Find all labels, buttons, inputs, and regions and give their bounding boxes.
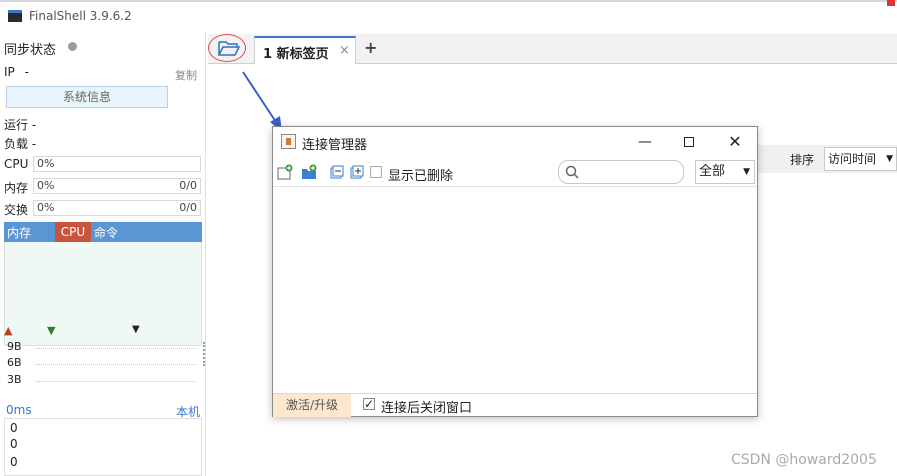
ip-row: IP - <box>4 65 29 79</box>
sort-label: 排序 <box>790 153 815 167</box>
mem-amount: 0/0 <box>179 179 197 192</box>
top-divider <box>0 0 897 2</box>
net-grid-line <box>36 348 196 349</box>
cpu-meter: 0% <box>33 156 201 172</box>
swap-label: 交换 <box>4 203 29 217</box>
search-input[interactable] <box>558 160 684 184</box>
dialog-title: 连接管理器 <box>302 138 368 153</box>
show-deleted-label: 显示已删除 <box>388 169 454 184</box>
swap-meter: 0% 0/0 <box>33 200 201 216</box>
close-after-connect-label: 连接后关闭窗口 <box>381 401 473 416</box>
new-connection-icon[interactable] <box>277 164 293 180</box>
run-value: - <box>31 118 37 132</box>
new-folder-icon[interactable] <box>301 164 317 180</box>
search-icon <box>565 165 579 179</box>
net-grid-line <box>36 364 196 365</box>
run-label: 运行 <box>4 118 29 132</box>
ping-value: 0 <box>10 421 18 435</box>
expand-icon[interactable] <box>349 164 365 180</box>
java-app-icon <box>281 134 296 149</box>
app-icon <box>8 10 22 22</box>
mem-label: 内存 <box>4 181 29 195</box>
activate-upgrade-button[interactable]: 激活/升级 <box>273 394 351 417</box>
load-label: 负载 <box>4 137 29 151</box>
ip-label: IP <box>4 65 15 79</box>
sort-value: 访问时间 <box>828 152 877 166</box>
show-deleted-checkbox[interactable] <box>370 166 382 178</box>
system-info-button[interactable]: 系统信息 <box>6 86 168 108</box>
tab-bar: 1 新标签页 × + <box>208 34 897 64</box>
cpu-label: CPU <box>4 157 29 171</box>
process-table-body <box>4 242 202 346</box>
ping-chart: 0 0 0 <box>4 418 202 476</box>
minimize-button[interactable]: — <box>633 131 657 153</box>
resize-grip[interactable] <box>203 342 206 366</box>
add-tab-button[interactable]: + <box>364 38 377 57</box>
process-table-header: 内存 CPU 命令 <box>4 222 202 242</box>
collapse-icon[interactable] <box>329 164 345 180</box>
mem-meter: 0% 0/0 <box>33 178 201 194</box>
filter-value: 全部 <box>699 164 726 179</box>
dialog-toolbar: 显示已删除 全部 ▼ <box>273 157 757 187</box>
ping-value: 0 <box>10 437 18 451</box>
folder-open-icon[interactable] <box>218 39 241 57</box>
load-row: 负载 - <box>4 135 36 152</box>
connection-manager-dialog: 连接管理器 — ✕ 显示已删除 全部 ▼ 激活/升级 ✓ 连接后关闭窗口 <box>272 126 758 417</box>
copy-ip-link[interactable]: 复制 <box>175 67 197 83</box>
ping-value: 0 <box>10 455 18 469</box>
sort-select[interactable]: 访问时间 ▼ <box>824 147 897 171</box>
maximize-button[interactable] <box>677 131 701 153</box>
net-scale-label: 3B <box>7 373 22 386</box>
maximize-icon <box>684 137 694 147</box>
ping-latency: 0ms <box>6 403 32 417</box>
process-col-cpu[interactable]: CPU <box>55 222 91 242</box>
tab-label: 1 新标签页 <box>263 47 329 62</box>
process-col-mem[interactable]: 内存 <box>7 224 31 241</box>
sync-status-label: 同步状态 <box>4 43 57 58</box>
connection-list[interactable] <box>273 188 757 393</box>
chevron-down-icon: ▼ <box>743 167 750 177</box>
sidebar: 同步状态 IP - 复制 系统信息 运行 - 负载 - CPU 0% 内存 0%… <box>0 32 206 476</box>
net-scale-label: 9B <box>7 340 22 353</box>
cpu-value: 0% <box>37 157 55 170</box>
sync-status-dot <box>68 42 77 51</box>
dialog-title-bar: 连接管理器 — ✕ <box>273 127 757 157</box>
mem-value: 0% <box>37 179 55 192</box>
tab-new[interactable]: 1 新标签页 × <box>254 36 356 64</box>
swap-amount: 0/0 <box>179 201 197 214</box>
window-title: FinalShell 3.9.6.2 <box>29 9 132 23</box>
close-after-connect-checkbox[interactable]: ✓ <box>363 398 375 410</box>
swap-value: 0% <box>37 201 55 214</box>
tab-close-icon[interactable]: × <box>339 43 350 58</box>
filter-select[interactable]: 全部 ▼ <box>695 160 755 184</box>
net-grid-line <box>36 381 196 382</box>
network-interface-dropdown-icon[interactable]: ▼ <box>132 324 140 335</box>
dialog-footer: 激活/升级 ✓ 连接后关闭窗口 <box>273 393 757 417</box>
ip-value: - <box>24 65 29 79</box>
title-bar: FinalShell 3.9.6.2 <box>0 0 897 32</box>
close-button[interactable]: ✕ <box>723 131 747 153</box>
run-row: 运行 - <box>4 116 36 133</box>
load-value: - <box>31 137 37 151</box>
chevron-down-icon: ▼ <box>886 154 893 164</box>
upload-arrow-icon: ▲ <box>4 324 13 337</box>
watermark: CSDN @howard2005 <box>731 452 877 468</box>
window-edge-marker <box>887 0 895 6</box>
process-col-command[interactable]: 命令 <box>94 224 118 241</box>
net-scale-label: 6B <box>7 356 22 369</box>
download-arrow-icon: ▼ <box>47 324 56 337</box>
